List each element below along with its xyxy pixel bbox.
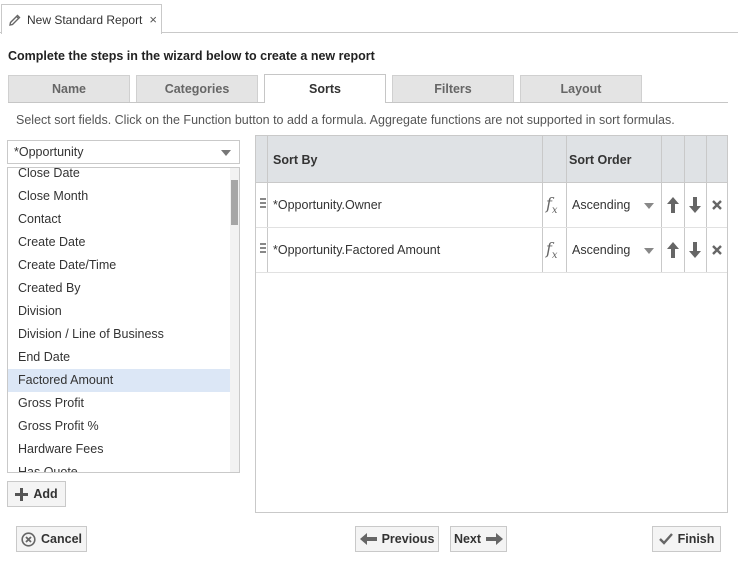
tab-sorts[interactable]: Sorts	[264, 74, 386, 103]
tab-name[interactable]: Name	[8, 75, 130, 102]
checkmark-icon	[658, 533, 673, 545]
list-item[interactable]: End Date	[8, 346, 232, 369]
close-icon[interactable]: ×	[149, 12, 157, 27]
document-tab[interactable]: New Standard Report ×	[1, 4, 162, 34]
finish-button[interactable]: Finish	[652, 526, 721, 552]
tab-sorts-label: Sorts	[309, 82, 341, 96]
tab-filters[interactable]: Filters	[392, 75, 514, 102]
arrow-down-icon[interactable]	[688, 241, 702, 259]
wizard-tabs: Name Categories Sorts Filters Layout	[8, 74, 728, 103]
scrollbar-track[interactable]	[230, 168, 239, 472]
list-item[interactable]: Close Month	[8, 185, 232, 208]
arrow-left-icon	[359, 533, 377, 545]
sort-order-select[interactable]: Ascending	[572, 183, 630, 228]
list-item[interactable]: Division / Line of Business	[8, 323, 232, 346]
close-icon[interactable]	[711, 199, 723, 211]
plus-icon	[15, 487, 29, 501]
list-item[interactable]: Has Quote	[8, 461, 232, 472]
cancel-button-label: Cancel	[41, 532, 82, 546]
arrow-up-icon[interactable]	[666, 196, 680, 214]
list-item[interactable]: Gross Profit %	[8, 415, 232, 438]
sort-order-header: Sort Order	[569, 152, 632, 167]
entity-select-value: *Opportunity	[14, 145, 84, 159]
close-icon[interactable]	[711, 244, 723, 256]
list-item-selected[interactable]: Factored Amount	[8, 369, 232, 392]
function-icon[interactable]: fx	[546, 194, 558, 216]
entity-select[interactable]: *Opportunity	[7, 140, 240, 164]
sort-order-select[interactable]: Ascending	[572, 228, 630, 273]
sort-field: *Opportunity.Factored Amount	[273, 243, 441, 257]
tab-filters-label: Filters	[434, 82, 472, 96]
next-button[interactable]: Next	[450, 526, 507, 552]
drag-handle-icon[interactable]	[260, 243, 266, 257]
list-item[interactable]: Gross Profit	[8, 392, 232, 415]
chevron-down-icon[interactable]	[644, 203, 654, 209]
finish-button-label: Finish	[677, 532, 715, 546]
sort-field: *Opportunity.Owner	[273, 198, 382, 212]
tab-name-label: Name	[51, 82, 87, 96]
add-button-label: Add	[33, 487, 58, 501]
next-button-label: Next	[453, 532, 482, 546]
add-button[interactable]: Add	[7, 481, 66, 507]
cancel-button[interactable]: Cancel	[16, 526, 87, 552]
list-item[interactable]: Close Date	[8, 168, 232, 185]
chevron-down-icon	[221, 150, 231, 156]
list-item[interactable]: Create Date/Time	[8, 254, 232, 277]
wizard-instructions: Complete the steps in the wizard below t…	[8, 49, 375, 63]
field-list[interactable]: Close Date Close Month Contact Create Da…	[7, 167, 240, 473]
chevron-down-icon[interactable]	[644, 248, 654, 254]
tab-categories[interactable]: Categories	[136, 75, 258, 102]
tab-categories-label: Categories	[164, 82, 230, 96]
sort-grid-header: Sort By Sort Order	[256, 136, 727, 183]
list-item[interactable]: Contact	[8, 208, 232, 231]
sort-grid: Sort By Sort Order *Opportunity.Owner fx…	[255, 135, 728, 513]
function-icon[interactable]: fx	[546, 239, 558, 261]
arrow-right-icon	[486, 533, 504, 545]
list-item[interactable]: Created By	[8, 277, 232, 300]
scrollbar-thumb[interactable]	[231, 180, 238, 225]
arrow-up-icon[interactable]	[666, 241, 680, 259]
list-item[interactable]: Create Date	[8, 231, 232, 254]
document-tab-title: New Standard Report	[27, 12, 143, 27]
drag-handle-icon[interactable]	[260, 198, 266, 212]
list-item[interactable]: Division	[8, 300, 232, 323]
previous-button[interactable]: Previous	[355, 526, 439, 552]
table-row: *Opportunity.Owner fx Ascending	[256, 183, 727, 228]
sort-hint-text: Select sort fields. Click on the Functio…	[16, 113, 675, 127]
tab-layout[interactable]: Layout	[520, 75, 642, 102]
table-row: *Opportunity.Factored Amount fx Ascendin…	[256, 228, 727, 273]
list-item[interactable]: Hardware Fees	[8, 438, 232, 461]
tab-layout-label: Layout	[560, 82, 602, 96]
cancel-icon	[21, 531, 36, 547]
pencil-icon	[9, 14, 21, 26]
sort-by-header: Sort By	[273, 152, 318, 167]
arrow-down-icon[interactable]	[688, 196, 702, 214]
previous-button-label: Previous	[381, 532, 435, 546]
